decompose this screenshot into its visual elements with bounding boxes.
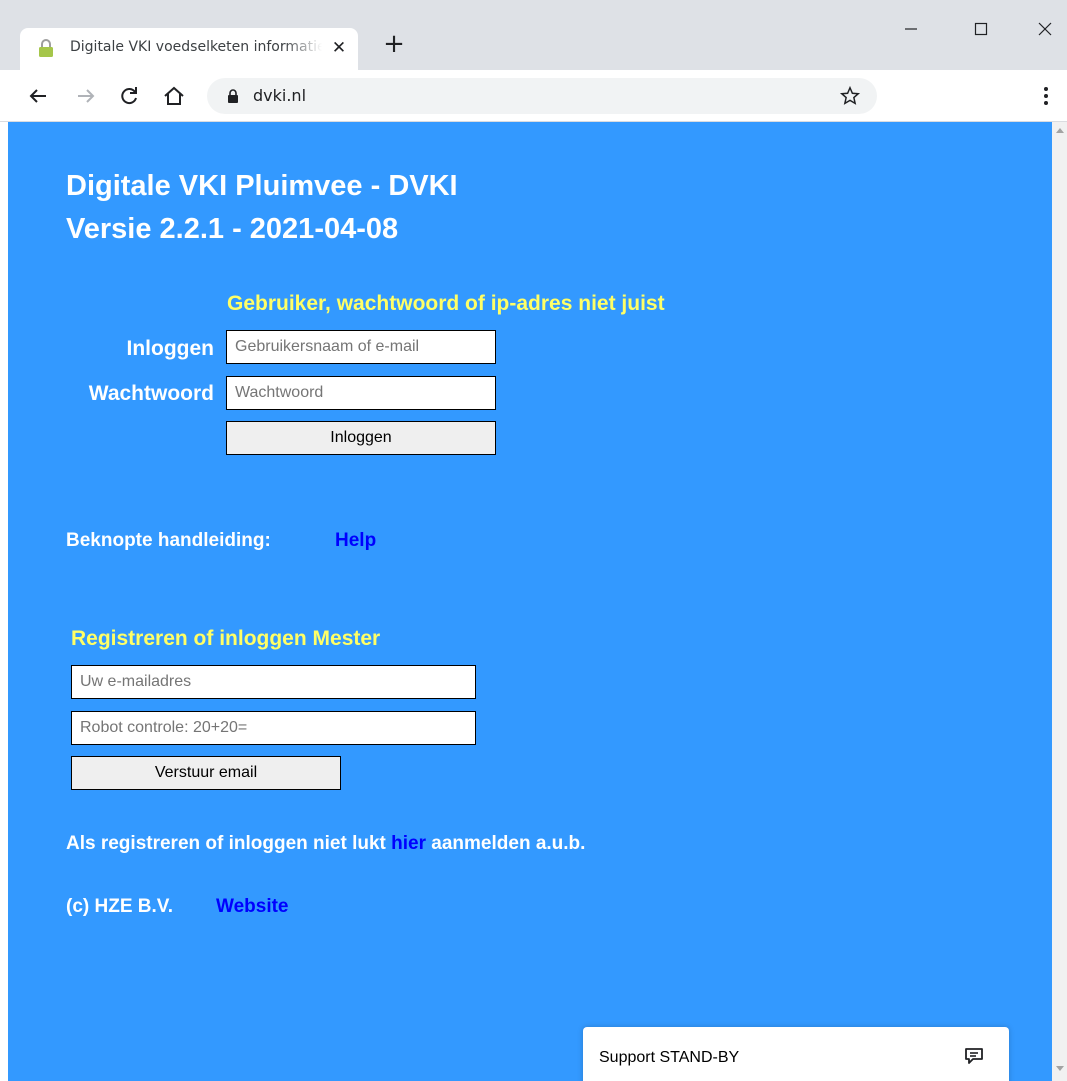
username-label: Inloggen [126, 337, 215, 360]
back-arrow-icon[interactable] [26, 84, 50, 108]
forward-arrow-icon[interactable] [74, 84, 98, 108]
lock-favicon-icon [39, 39, 53, 57]
register-note: Als registreren of inloggen niet lukt hi… [66, 833, 585, 855]
home-icon[interactable] [162, 84, 186, 108]
bookmark-star-icon[interactable] [839, 85, 861, 107]
address-bar[interactable]: dvki.nl [207, 78, 877, 114]
password-input[interactable] [226, 376, 496, 410]
minimize-icon[interactable] [896, 14, 926, 44]
register-here-link[interactable]: hier [391, 833, 426, 854]
register-note-text: Als registreren of inloggen niet lukt [66, 833, 392, 854]
page-title: Digitale VKI Pluimvee - DVKI [66, 170, 458, 202]
mester-email-input[interactable] [71, 665, 476, 699]
register-note-text-end: aanmelden a.u.b. [426, 833, 586, 854]
url-text[interactable]: dvki.nl [253, 86, 306, 105]
close-window-icon[interactable] [1030, 14, 1060, 44]
username-input[interactable] [226, 330, 496, 364]
vertical-scrollbar[interactable] [1052, 122, 1067, 1081]
login-error-message: Gebruiker, wachtwoord of ip-adres niet j… [227, 292, 665, 315]
browser-tab[interactable]: Digitale VKI voedselketen informatie ✕ [20, 28, 358, 70]
new-tab-button[interactable]: + [380, 30, 408, 58]
scroll-up-arrow-icon[interactable] [1056, 128, 1064, 133]
website-link[interactable]: Website [216, 896, 289, 918]
reload-icon[interactable] [117, 84, 141, 108]
browser-menu-icon[interactable] [1036, 84, 1056, 108]
browser-toolbar: dvki.nl [0, 70, 1067, 122]
robot-check-input[interactable] [71, 711, 476, 745]
mester-heading: Registreren of inloggen Mester [71, 627, 381, 650]
scroll-down-arrow-icon[interactable] [1056, 1066, 1064, 1071]
page-viewport: Digitale VKI Pluimvee - DVKI Versie 2.2.… [8, 122, 1052, 1081]
chat-icon[interactable] [963, 1045, 985, 1067]
tab-strip: Digitale VKI voedselketen informatie ✕ + [0, 0, 1067, 70]
page-version: Versie 2.2.1 - 2021-04-08 [66, 213, 399, 245]
help-label: Beknopte handleiding: [66, 530, 271, 551]
help-link[interactable]: Help [335, 530, 376, 552]
send-email-button[interactable]: Verstuur email [71, 756, 341, 790]
lock-icon[interactable] [227, 89, 239, 103]
copyright-text: (c) HZE B.V. [66, 896, 173, 917]
tab-close-icon[interactable]: ✕ [328, 37, 350, 59]
maximize-icon[interactable] [966, 14, 996, 44]
tab-title: Digitale VKI voedselketen informatie [70, 39, 322, 55]
support-label: Support STAND-BY [599, 1049, 740, 1066]
support-widget[interactable]: Support STAND-BY [583, 1027, 1009, 1081]
login-button[interactable]: Inloggen [226, 421, 496, 455]
password-label: Wachtwoord [88, 382, 214, 405]
